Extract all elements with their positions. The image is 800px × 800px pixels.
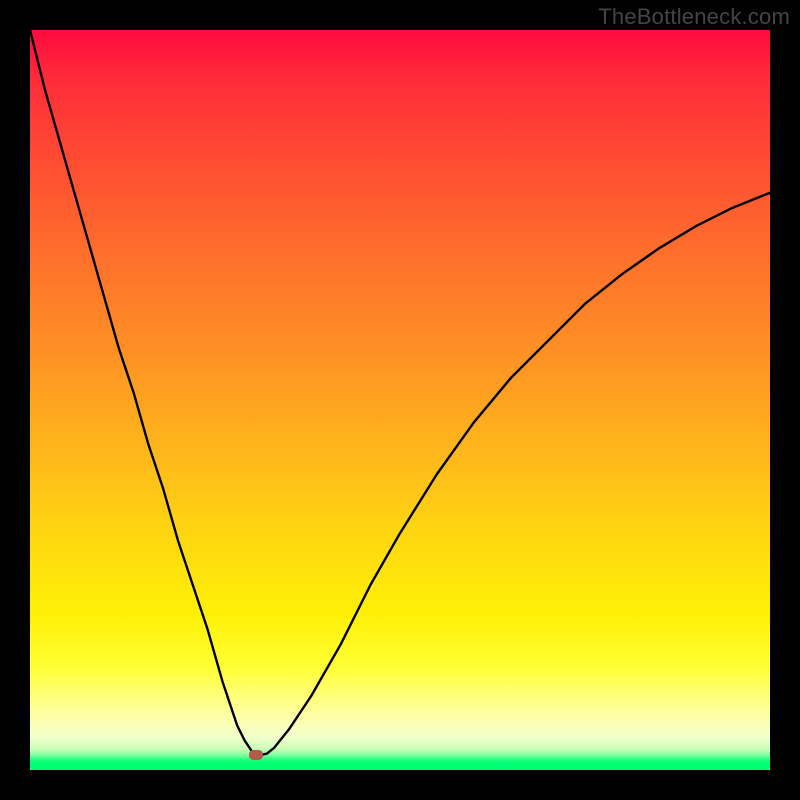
watermark-text: TheBottleneck.com bbox=[598, 4, 790, 30]
plot-area bbox=[30, 30, 770, 770]
optimum-marker bbox=[249, 750, 263, 760]
bottleneck-curve bbox=[30, 30, 770, 770]
chart-frame: TheBottleneck.com bbox=[0, 0, 800, 800]
